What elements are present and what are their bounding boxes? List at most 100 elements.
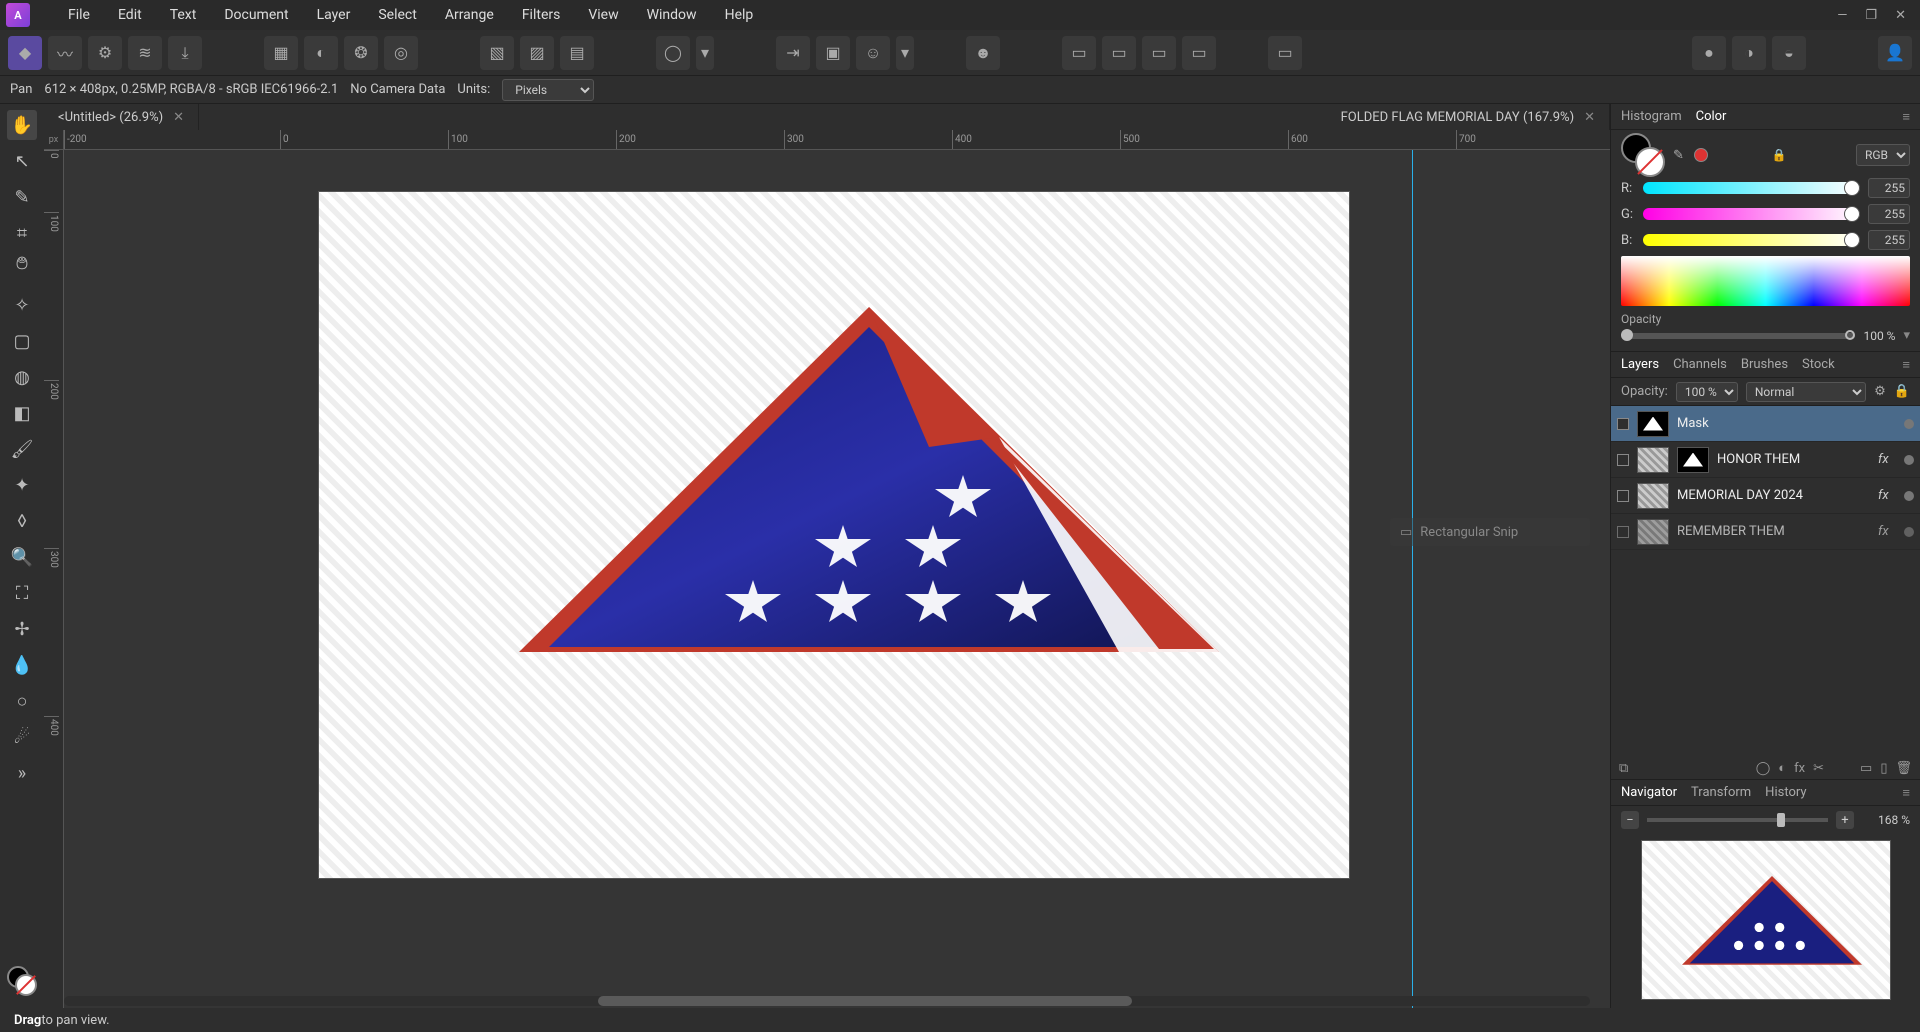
add-layer-icon[interactable]: ▭	[1860, 761, 1872, 776]
stock-icon[interactable]: ☻	[966, 36, 1000, 70]
doc-tab-folded-flag[interactable]: FOLDED FLAG MEMORIAL DAY (167.9%) ✕	[1327, 104, 1610, 130]
fx-icon[interactable]: fx	[1794, 761, 1805, 776]
crop-layer-icon[interactable]: ✂	[1813, 761, 1824, 776]
doc-tab-untitled[interactable]: <Untitled> (26.9%) ✕	[44, 104, 199, 130]
more-tools-icon[interactable]: »	[7, 758, 37, 788]
menu-select[interactable]: Select	[364, 1, 430, 29]
zoom-tool-icon[interactable]: 🔍	[7, 542, 37, 572]
layer-name[interactable]: REMEMBER THEM	[1677, 524, 1870, 539]
horizontal-scrollbar[interactable]	[64, 996, 1590, 1006]
color-swatch-icon[interactable]	[7, 966, 37, 996]
blend-mode-select[interactable]: Normal	[1746, 382, 1866, 402]
layer-opacity-select[interactable]: 100 %	[1676, 382, 1738, 402]
arrange-front-icon[interactable]: ▭	[1062, 36, 1096, 70]
opacity-slider[interactable]	[1621, 333, 1855, 339]
gradient-tool-icon[interactable]: ◧	[7, 398, 37, 428]
menu-file[interactable]: File	[54, 1, 104, 29]
menu-arrange[interactable]: Arrange	[431, 1, 508, 29]
menu-document[interactable]: Document	[210, 1, 302, 29]
zoom-slider[interactable]	[1647, 818, 1828, 822]
tab-layers[interactable]: Layers	[1621, 357, 1659, 372]
panel-menu-icon[interactable]: ≡	[1902, 785, 1910, 801]
picker-sample-icon[interactable]	[1694, 148, 1708, 162]
close-icon[interactable]: ✕	[1895, 8, 1906, 23]
layer-row[interactable]: MEMORIAL DAY 2024 fx	[1611, 478, 1920, 514]
persona-develop-icon[interactable]: ⚙	[88, 36, 122, 70]
persona-export-icon[interactable]: ⤓	[168, 36, 202, 70]
channel-b-input[interactable]	[1868, 230, 1910, 250]
close-tab-icon[interactable]: ✕	[1584, 110, 1595, 125]
close-tab-icon[interactable]: ✕	[173, 110, 184, 125]
zoom-out-button[interactable]: −	[1621, 811, 1639, 829]
quick-mask-icon[interactable]: ◯	[656, 36, 690, 70]
menu-text[interactable]: Text	[156, 1, 211, 29]
lock-icon[interactable]: 🔒	[1894, 384, 1910, 399]
arrange-backward-icon[interactable]: ▭	[1182, 36, 1216, 70]
layer-checkbox[interactable]	[1617, 418, 1629, 430]
snap-icon[interactable]: ⇥	[776, 36, 810, 70]
assistant-icon[interactable]: ☺	[856, 36, 890, 70]
chevron-down-icon[interactable]: ▾	[1903, 328, 1910, 343]
eyedropper-icon[interactable]: ✎	[1673, 148, 1684, 163]
layer-row[interactable]: REMEMBER THEM fx	[1611, 514, 1920, 550]
add-group-icon[interactable]: ▯	[1880, 761, 1887, 776]
menu-edit[interactable]: Edit	[104, 1, 156, 29]
paint-brush-tool-icon[interactable]: 🖌	[7, 434, 37, 464]
layer-fx-icon[interactable]: fx	[1878, 488, 1896, 504]
layer-visibility-icon[interactable]	[1904, 527, 1914, 537]
view-tool-icon[interactable]: ✋	[7, 110, 37, 140]
canvas-page[interactable]	[319, 192, 1349, 878]
chevron-down-icon[interactable]: ▾	[896, 36, 914, 70]
auto-wb-icon[interactable]: ◎	[384, 36, 418, 70]
dodge-tool-icon[interactable]: ○	[7, 686, 37, 716]
auto-levels-icon[interactable]: ▦	[264, 36, 298, 70]
selection-brush-tool-icon[interactable]: ࿉	[7, 254, 37, 284]
layer-visibility-icon[interactable]	[1904, 419, 1914, 429]
boolean-subtract-icon[interactable]: ◑	[1732, 36, 1766, 70]
adjust-icon[interactable]: ◐	[1778, 760, 1786, 776]
tab-color[interactable]: Color	[1696, 109, 1727, 124]
panel-menu-icon[interactable]: ≡	[1902, 357, 1910, 373]
auto-colors-icon[interactable]: ❂	[344, 36, 378, 70]
channel-r-slider[interactable]	[1643, 182, 1860, 194]
units-select[interactable]: Pixels	[502, 79, 594, 101]
magic-wand-tool-icon[interactable]: ✧	[7, 290, 37, 320]
auto-contrast-icon[interactable]: ◐	[304, 36, 338, 70]
channel-r-input[interactable]	[1868, 178, 1910, 198]
color-mode-select[interactable]: RGB	[1856, 144, 1910, 166]
layer-checkbox[interactable]	[1617, 490, 1629, 502]
persona-photo-icon[interactable]: ◆	[8, 36, 42, 70]
menu-filters[interactable]: Filters	[508, 1, 575, 29]
channel-g-input[interactable]	[1868, 204, 1910, 224]
minimize-icon[interactable]: —	[1837, 8, 1847, 23]
live-layer-icon[interactable]: ▭	[1268, 36, 1302, 70]
layer-name[interactable]: HONOR THEM	[1717, 452, 1870, 467]
color-lock-icon[interactable]: 🔒	[1771, 148, 1786, 162]
layer-visibility-icon[interactable]	[1904, 455, 1914, 465]
ruler-horizontal[interactable]: -200 0 100 200 300 400 500 600 700	[64, 130, 1610, 150]
arrange-back-icon[interactable]: ▭	[1102, 36, 1136, 70]
erase-tool-icon[interactable]: ◊	[7, 506, 37, 536]
zoom-in-button[interactable]: +	[1836, 811, 1854, 829]
layer-name[interactable]: MEMORIAL DAY 2024	[1677, 488, 1870, 503]
menu-window[interactable]: Window	[633, 1, 711, 29]
tab-history[interactable]: History	[1765, 785, 1806, 800]
clone-tool-icon[interactable]: ⛶	[7, 578, 37, 608]
arrange-forward-icon[interactable]: ▭	[1142, 36, 1176, 70]
invert-selection-icon[interactable]: ▤	[560, 36, 594, 70]
tab-channels[interactable]: Channels	[1673, 357, 1727, 372]
inpaint-tool-icon[interactable]: ✢	[7, 614, 37, 644]
layer-fx-icon[interactable]: fx	[1878, 452, 1896, 468]
layer-name[interactable]: Mask	[1677, 416, 1896, 431]
navigator-preview[interactable]	[1641, 840, 1891, 1000]
menu-view[interactable]: View	[574, 1, 632, 29]
boolean-intersect-icon[interactable]: ◒	[1772, 36, 1806, 70]
layer-row[interactable]: HONOR THEM fx	[1611, 442, 1920, 478]
tab-stock[interactable]: Stock	[1802, 357, 1835, 372]
color-field[interactable]	[1621, 256, 1910, 306]
boolean-add-icon[interactable]: ●	[1692, 36, 1726, 70]
persona-liquify-icon[interactable]: 〰	[48, 36, 82, 70]
layer-checkbox[interactable]	[1617, 526, 1629, 538]
select-all-icon[interactable]: ▧	[480, 36, 514, 70]
gear-icon[interactable]: ⚙	[1874, 384, 1886, 399]
